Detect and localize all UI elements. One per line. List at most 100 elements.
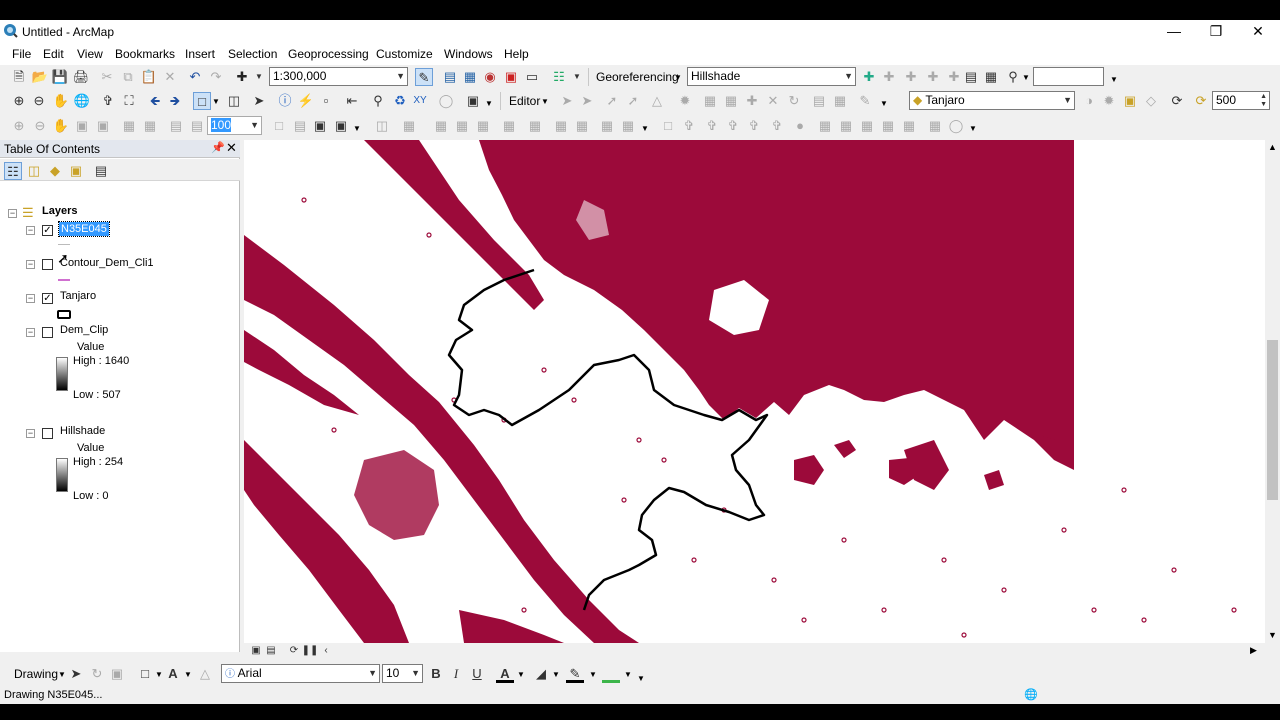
sketch-properties-icon[interactable]: ▦: [831, 92, 849, 110]
rectangle-dropdown-icon[interactable]: ▼: [155, 670, 163, 679]
menu-file[interactable]: File: [12, 47, 31, 61]
zoom-to-link-icon[interactable]: ✚: [924, 68, 942, 86]
line-color-dropdown-icon[interactable]: ▼: [589, 670, 597, 679]
rotate-feature-icon[interactable]: ↻: [785, 92, 803, 110]
font-color-dropdown-icon[interactable]: ▼: [517, 670, 525, 679]
layer-hillshade-label[interactable]: Hillshade: [60, 425, 105, 437]
cut-icon[interactable]: ✂: [98, 68, 116, 86]
collapse-icon[interactable]: −: [26, 226, 35, 235]
topology-tool-icon-2[interactable]: ▦: [453, 117, 471, 135]
snap-tool-icon-6[interactable]: ✞: [768, 117, 786, 135]
new-document-icon[interactable]: 🗎: [10, 68, 28, 86]
font-color-icon[interactable]: A: [496, 665, 514, 683]
select-elements-arrow-icon[interactable]: ➤: [250, 92, 268, 110]
collapse-icon[interactable]: −: [26, 328, 35, 337]
layout-tool-icon-1[interactable]: ⊕: [10, 117, 28, 135]
snap-tool-icon-3[interactable]: ✞: [703, 117, 721, 135]
table-of-contents-window-icon[interactable]: ▤: [441, 68, 459, 86]
model-builder-icon[interactable]: ☷: [550, 68, 568, 86]
python-window-icon[interactable]: ▭: [523, 68, 541, 86]
go-to-xy-icon[interactable]: XY: [411, 92, 429, 110]
scroll-left-icon[interactable]: ‹: [317, 642, 335, 660]
topology-tool-icon-7[interactable]: ▦: [573, 117, 591, 135]
layout-back-icon[interactable]: ▤: [167, 117, 185, 135]
delete-icon[interactable]: ✕: [161, 68, 179, 86]
toggle-draft-mode-icon[interactable]: □: [270, 117, 288, 135]
full-extent-globe-icon[interactable]: 🌐: [73, 92, 91, 110]
layer-visibility-checkbox[interactable]: ✓: [42, 225, 53, 236]
map-display[interactable]: [244, 140, 1265, 643]
snap-tool-icon-14[interactable]: ◯: [947, 117, 965, 135]
add-data-dropdown-icon[interactable]: ▼: [250, 68, 268, 86]
layout-view-icon[interactable]: ▤: [262, 642, 280, 660]
layer-dem-clip-label[interactable]: Dem_Clip: [60, 324, 108, 336]
collapse-icon[interactable]: −: [26, 294, 35, 303]
menu-help[interactable]: Help: [504, 47, 529, 61]
undo-icon[interactable]: ↶: [186, 68, 204, 86]
collapse-icon[interactable]: −: [26, 429, 35, 438]
map-canvas[interactable]: [244, 140, 1265, 643]
snap-tool-icon-8[interactable]: ▦: [816, 117, 834, 135]
topology-tool-icon-1[interactable]: ▦: [432, 117, 450, 135]
scroll-right-icon[interactable]: ▶: [1250, 645, 1257, 656]
layer-visibility-checkbox[interactable]: [42, 327, 53, 338]
editor-menu[interactable]: Editor: [509, 94, 540, 108]
layer-visibility-checkbox[interactable]: ✓: [42, 293, 53, 304]
focus-data-frame-icon[interactable]: ▤: [291, 117, 309, 135]
menu-selection[interactable]: Selection: [228, 47, 277, 61]
menu-view[interactable]: View: [77, 47, 103, 61]
magnifier-icon[interactable]: ⚲: [1004, 68, 1022, 86]
add-control-points-icon[interactable]: ✚: [860, 68, 878, 86]
layout-zoom-100-icon[interactable]: ▣: [94, 117, 112, 135]
topology-tool-icon-4[interactable]: ▦: [500, 117, 518, 135]
snap-tool-icon-11[interactable]: ▦: [879, 117, 897, 135]
auto-registration-icon[interactable]: ✚: [880, 68, 898, 86]
rotate-icon[interactable]: ▦: [982, 68, 1000, 86]
change-layout-icon[interactable]: ▣: [311, 117, 329, 135]
identify-icon[interactable]: ⓘ: [276, 92, 294, 110]
underline-button[interactable]: U: [468, 665, 486, 683]
redo-icon[interactable]: ↷: [207, 68, 225, 86]
layer-visibility-checkbox[interactable]: [42, 428, 53, 439]
georef-search-field[interactable]: [1033, 67, 1104, 86]
target-layer-combo[interactable]: ◆ Tanjaro ▼: [909, 91, 1075, 110]
toolbar-overflow-icon[interactable]: ▼: [568, 68, 586, 86]
toolbar-overflow-icon-8[interactable]: ▼: [637, 674, 645, 683]
layers-root-label[interactable]: Layers: [42, 205, 77, 217]
map-scale-combo[interactable]: 1:300,000 ▼: [269, 67, 408, 86]
html-popup-icon[interactable]: ▫: [317, 92, 335, 110]
drawing-menu[interactable]: Drawing: [14, 667, 58, 681]
zoom-percent-combo[interactable]: 100 ▼: [207, 116, 262, 135]
toolbar-overflow-icon-3[interactable]: ▼: [485, 99, 493, 108]
topology-tool-icon-6[interactable]: ▦: [552, 117, 570, 135]
hyperlink-icon[interactable]: ⚡: [297, 92, 315, 110]
select-link-icon[interactable]: ✚: [902, 68, 920, 86]
georef-tool-icon[interactable]: ◫: [373, 117, 391, 135]
vertical-scrollbar[interactable]: ▲ ▼: [1265, 140, 1280, 643]
layout-forward-icon[interactable]: ▤: [188, 117, 206, 135]
toolbar-overflow-icon-5[interactable]: ▼: [353, 124, 361, 133]
edit-vertices-icon[interactable]: ✹: [676, 92, 694, 110]
georeferencing-dropdown-icon[interactable]: ▼: [674, 73, 682, 82]
forward-extent-icon[interactable]: 🡺: [166, 92, 184, 110]
topology-tool-icon-3[interactable]: ▦: [474, 117, 492, 135]
menu-windows[interactable]: Windows: [444, 47, 493, 61]
measure-icon[interactable]: ⇤: [343, 92, 361, 110]
save-icon[interactable]: 💾: [51, 68, 69, 86]
minimize-button[interactable]: —: [1152, 20, 1196, 43]
fixed-zoom-in-icon[interactable]: ✞: [99, 92, 117, 110]
layer-visibility-checkbox[interactable]: [42, 259, 53, 270]
rotate-edit-icon[interactable]: ✕: [764, 92, 782, 110]
toolbar-overflow-icon-4[interactable]: ▼: [880, 99, 888, 108]
list-by-source-icon[interactable]: ◫: [25, 162, 43, 180]
layer-tanjaro-label[interactable]: Tanjaro: [60, 290, 96, 302]
tolerance-stepper[interactable]: 500 ▲ ▼: [1212, 91, 1270, 110]
snap-tool-icon-7[interactable]: ●: [791, 117, 809, 135]
scroll-down-icon[interactable]: ▼: [1268, 630, 1277, 640]
select-features-icon[interactable]: □: [193, 92, 211, 110]
marker-color-dropdown-icon[interactable]: ▼: [624, 670, 632, 679]
create-viewer-window-icon[interactable]: ▣: [464, 92, 482, 110]
pin-icon[interactable]: 📌: [211, 141, 225, 154]
toc-options-icon[interactable]: ▤: [92, 162, 110, 180]
zoom-in-icon[interactable]: ⊕: [10, 92, 28, 110]
